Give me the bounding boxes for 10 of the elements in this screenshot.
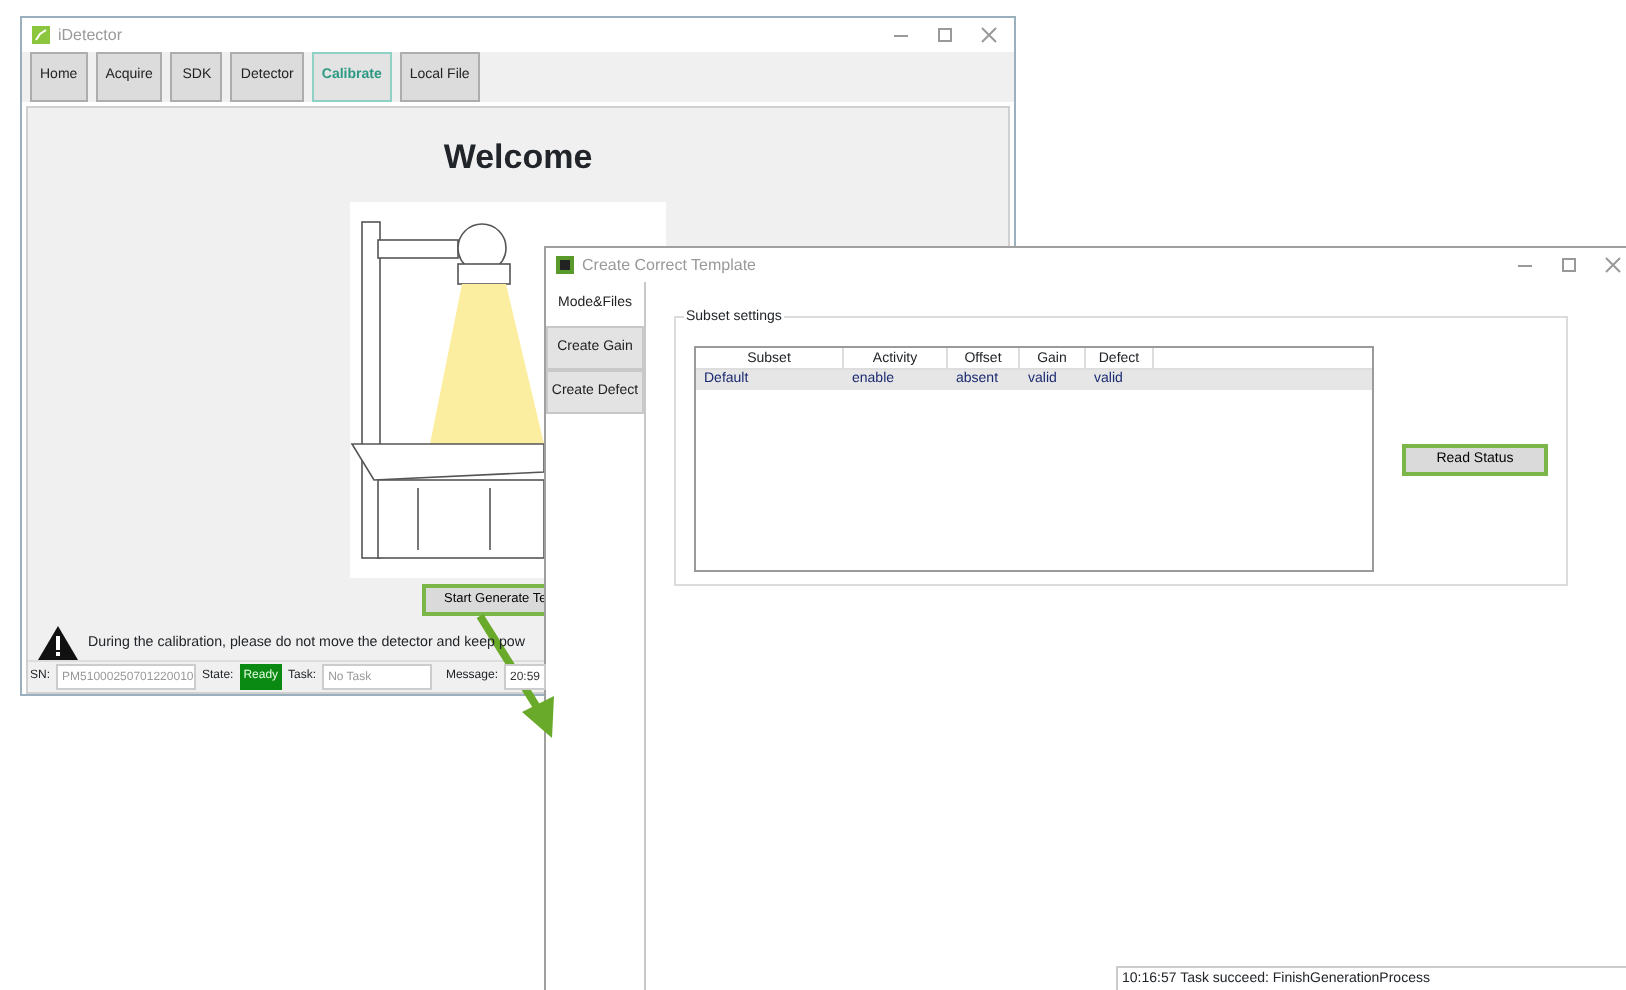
app-logo-icon: [556, 256, 574, 274]
window-title: iDetector: [58, 23, 123, 47]
app-logo-icon: [32, 26, 50, 44]
close-icon[interactable]: [980, 26, 998, 44]
welcome-heading: Welcome: [441, 138, 595, 178]
maximize-icon[interactable]: [936, 26, 954, 44]
close-icon[interactable]: [1604, 256, 1622, 274]
warning-icon: [38, 625, 78, 659]
window-title: Create Correct Template: [582, 253, 756, 277]
maximize-icon[interactable]: [1560, 256, 1578, 274]
